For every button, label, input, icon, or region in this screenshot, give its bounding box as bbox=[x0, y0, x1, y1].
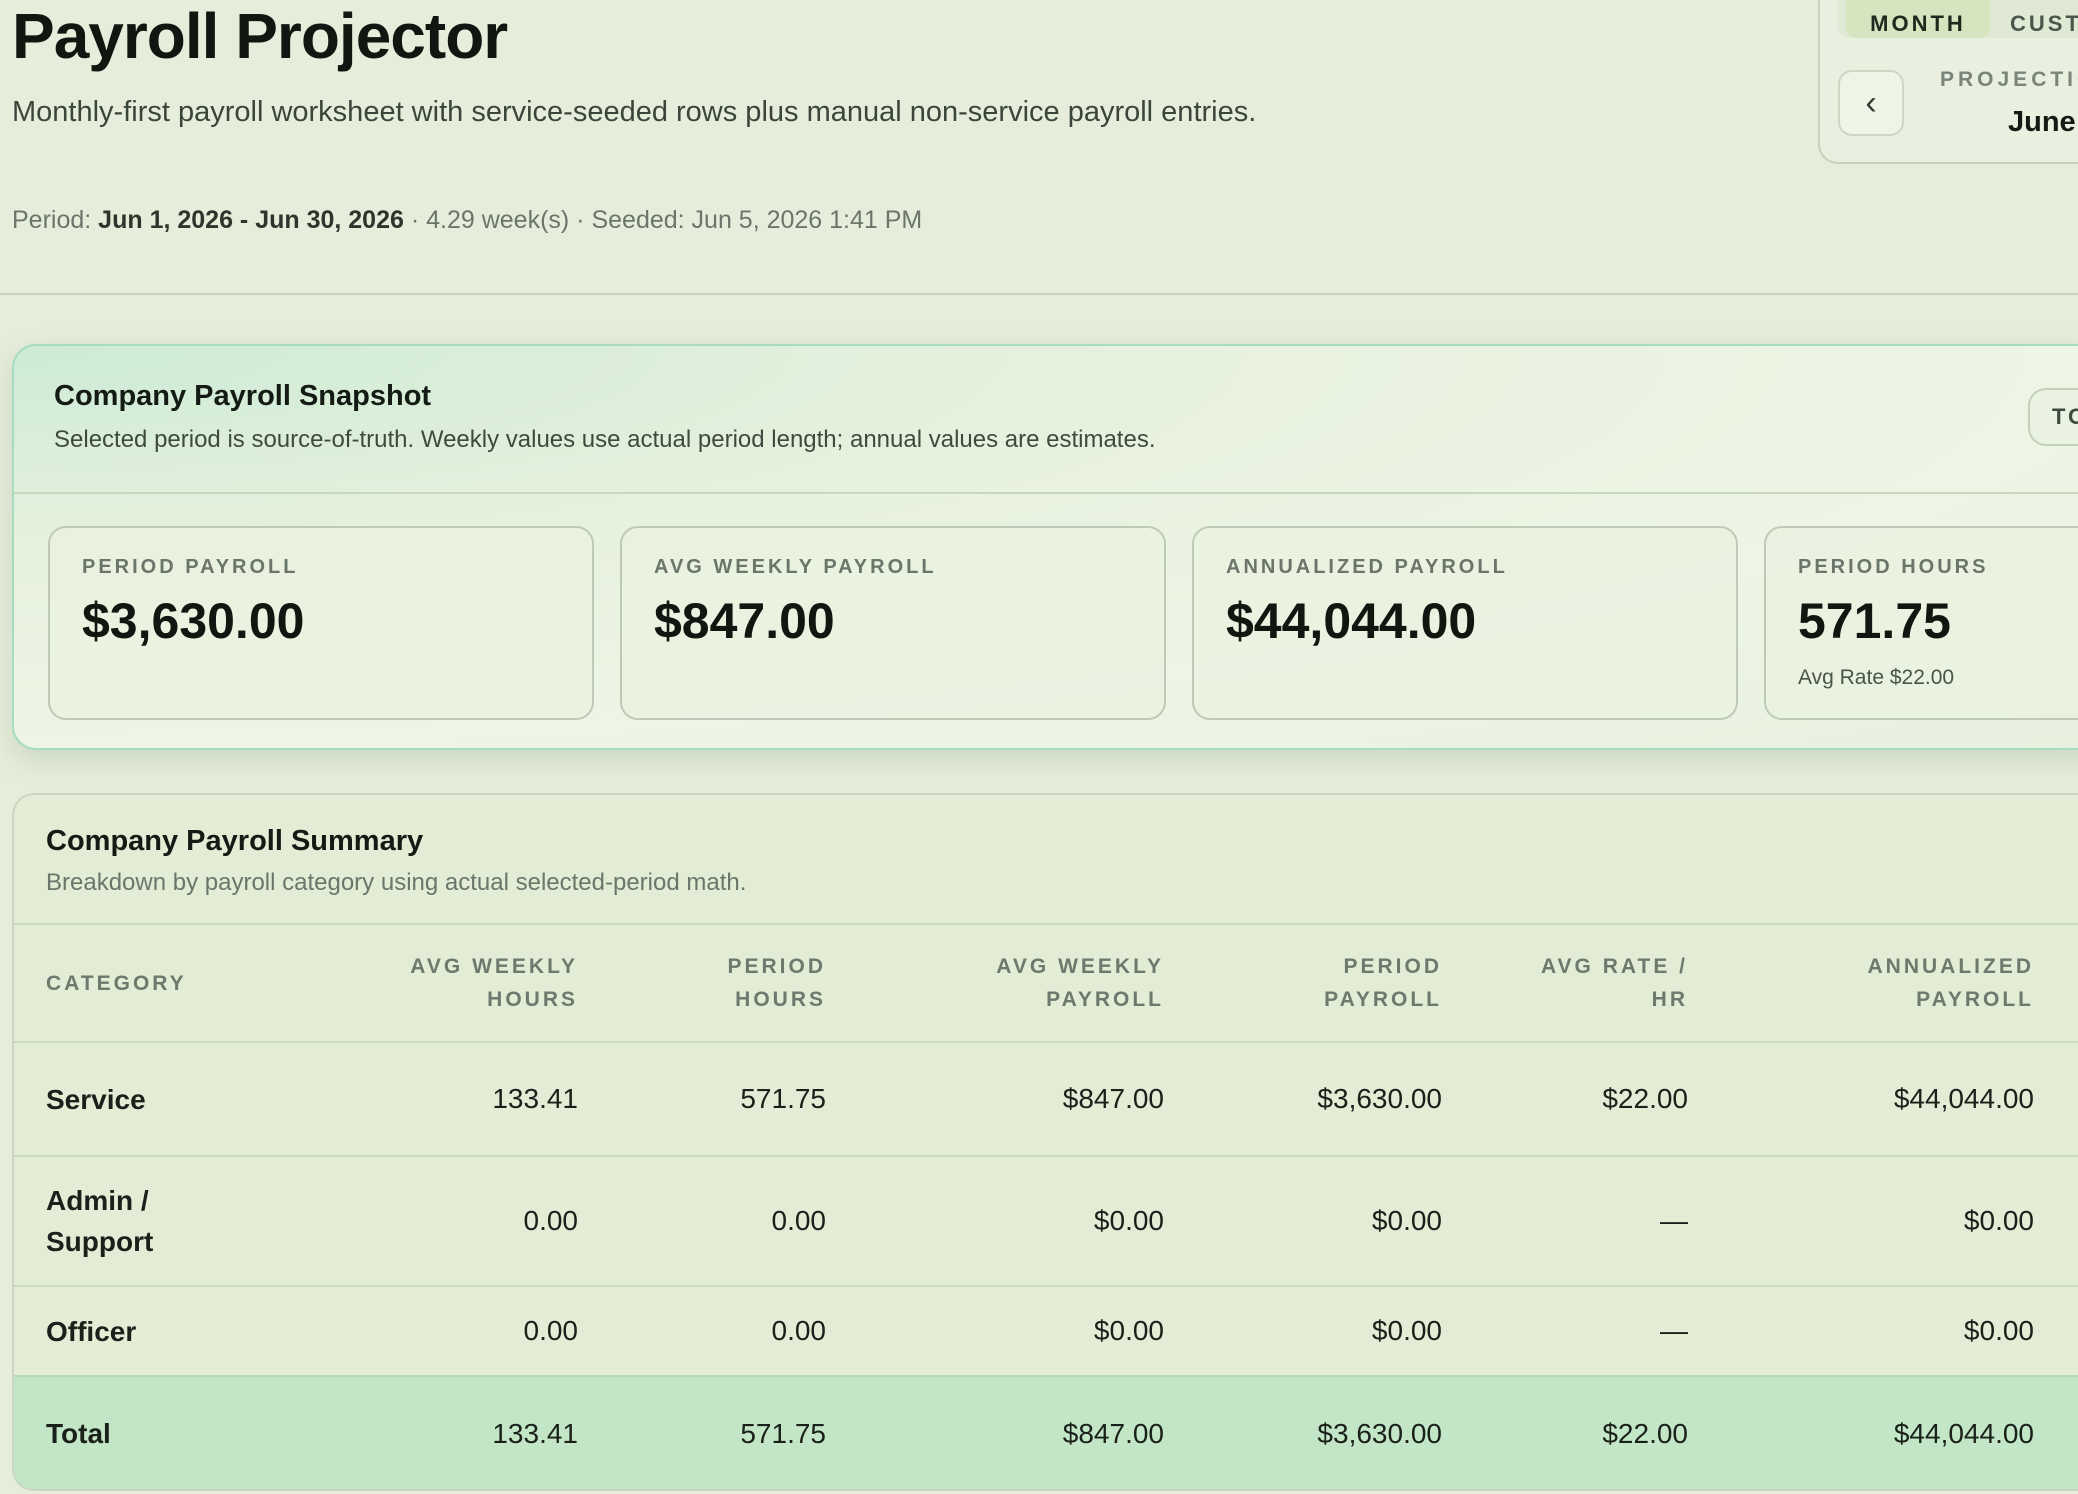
category-cell: Service bbox=[14, 1041, 246, 1156]
previous-period-button[interactable]: ‹ bbox=[1838, 70, 1904, 136]
annualized-payroll-cell: $0.00 bbox=[1688, 1155, 2034, 1286]
category-cell: Officer bbox=[14, 1285, 246, 1376]
column-header-avg-weekly-hours: AVG WEEKLY HOURS bbox=[246, 923, 578, 1042]
annualized-payroll-cell: $44,044.00 bbox=[1688, 1041, 2034, 1156]
header-divider bbox=[0, 293, 2078, 295]
table-row: Service 133.41 571.75 $847.00 $3,630.00 … bbox=[14, 1041, 2078, 1156]
period-hours-cell: 571.75 bbox=[578, 1375, 826, 1489]
period-meta: Period: Jun 1, 2026 - Jun 30, 2026 · 4.2… bbox=[12, 202, 922, 238]
table-row: Admin / Support 0.00 0.00 $0.00 $0.00 — $… bbox=[14, 1155, 2078, 1286]
metric-period-hours: PERIOD HOURS 571.75 Avg Rate $22.00 bbox=[1764, 526, 2078, 720]
avg-weekly-payroll-cell: $847.00 bbox=[826, 1375, 1164, 1489]
annualized-payroll-cell: $44,044.00 bbox=[1688, 1375, 2034, 1489]
column-header-text: HOURS bbox=[487, 988, 578, 1011]
metric-note: Avg Rate $22.00 bbox=[1798, 666, 1955, 689]
period-mode-tabs: MONTH CUSTOM bbox=[1838, 0, 2078, 38]
table-total-row: Total 133.41 571.75 $847.00 $3,630.00 $2… bbox=[14, 1375, 2078, 1489]
spacer-cell bbox=[2034, 1285, 2078, 1376]
spacer-cell bbox=[2034, 1155, 2078, 1286]
avg-rate-cell: $22.00 bbox=[1442, 1041, 1688, 1156]
metric-value: $3,630.00 bbox=[82, 593, 305, 649]
column-header-avg-rate: AVG RATE / HR bbox=[1442, 923, 1688, 1042]
column-header-avg-weekly-payroll: AVG WEEKLY PAYROLL bbox=[826, 923, 1164, 1042]
tab-month[interactable]: MONTH bbox=[1846, 0, 1990, 38]
projection-value: June 2026 bbox=[2008, 106, 2078, 138]
chevron-left-icon: ‹ bbox=[1865, 83, 1877, 122]
avg-rate-cell: — bbox=[1442, 1285, 1688, 1376]
period-hours-cell: 0.00 bbox=[578, 1285, 826, 1376]
avg-weekly-payroll-cell: $0.00 bbox=[826, 1155, 1164, 1286]
period-payroll-cell: $0.00 bbox=[1164, 1285, 1442, 1376]
period-payroll-cell: $0.00 bbox=[1164, 1155, 1442, 1286]
column-header-text: ANNUALIZED bbox=[1867, 955, 2034, 978]
avg-weekly-hours-cell: 0.00 bbox=[246, 1285, 578, 1376]
annualized-payroll-cell: $0.00 bbox=[1688, 1285, 2034, 1376]
metric-value: 571.75 bbox=[1798, 593, 1951, 649]
column-header-text: AVG RATE / bbox=[1540, 955, 1688, 978]
metric-label: PERIOD HOURS bbox=[1798, 556, 1989, 578]
column-header-text: HOURS bbox=[735, 988, 826, 1011]
snapshot-total-toggle[interactable]: TOTAL bbox=[2028, 388, 2078, 446]
metric-label: AVG WEEKLY PAYROLL bbox=[654, 556, 937, 578]
period-prefix: Period: bbox=[12, 206, 99, 234]
column-header-text: PERIOD bbox=[1343, 955, 1442, 978]
column-header-text: AVG WEEKLY bbox=[996, 955, 1164, 978]
avg-weekly-hours-cell: 133.41 bbox=[246, 1375, 578, 1489]
column-header-spacer bbox=[2034, 923, 2078, 1042]
snapshot-divider bbox=[14, 492, 2078, 494]
summary-subtitle: Breakdown by payroll category using actu… bbox=[46, 869, 747, 896]
spacer-cell bbox=[2034, 1375, 2078, 1489]
period-payroll-cell: $3,630.00 bbox=[1164, 1041, 1442, 1156]
column-header-text: PERIOD bbox=[727, 955, 826, 978]
period-details: · 4.29 week(s) · Seeded: Jun 5, 2026 1:4… bbox=[403, 206, 923, 234]
column-header-period-payroll: PERIOD PAYROLL bbox=[1164, 923, 1442, 1042]
metric-annualized-payroll: ANNUALIZED PAYROLL $44,044.00 bbox=[1192, 526, 1738, 720]
category-cell: Total bbox=[14, 1375, 246, 1489]
category-text: Officer bbox=[46, 1315, 137, 1347]
table-row: Officer 0.00 0.00 $0.00 $0.00 — $0.00 bbox=[14, 1285, 2078, 1376]
column-header-text: CATEGORY bbox=[46, 971, 187, 995]
snapshot-title: Company Payroll Snapshot bbox=[54, 380, 432, 412]
avg-weekly-payroll-cell: $0.00 bbox=[826, 1285, 1164, 1376]
period-controls: MONTH CUSTOM ‹ PROJECTION June 2026 bbox=[1818, 0, 2078, 164]
page-subtitle: Monthly-first payroll worksheet with ser… bbox=[12, 96, 1257, 128]
category-text: Service bbox=[46, 1083, 146, 1115]
period-hours-cell: 0.00 bbox=[578, 1155, 826, 1286]
payroll-summary-card: Company Payroll Summary Breakdown by pay… bbox=[12, 793, 2078, 1491]
column-header-text: PAYROLL bbox=[1324, 988, 1442, 1011]
summary-table: CATEGORY AVG WEEKLY HOURS PERIOD HOURS AVG… bbox=[14, 923, 2078, 1489]
category-text: Support bbox=[46, 1226, 154, 1257]
spacer-cell bbox=[2034, 1041, 2078, 1156]
category-cell: Admin / Support bbox=[14, 1155, 246, 1286]
page-title: Payroll Projector bbox=[12, 0, 508, 72]
table-header-row: CATEGORY AVG WEEKLY HOURS PERIOD HOURS AVG… bbox=[14, 923, 2078, 1042]
metric-value: $847.00 bbox=[654, 593, 835, 649]
column-header-annualized-payroll: ANNUALIZED PAYROLL bbox=[1688, 923, 2034, 1042]
column-header-text: PAYROLL bbox=[1046, 988, 1164, 1011]
column-header-text: HR bbox=[1651, 988, 1688, 1011]
period-range: Jun 1, 2026 - Jun 30, 2026 bbox=[98, 206, 404, 234]
projection-label: PROJECTION bbox=[1940, 68, 2078, 91]
column-header-period-hours: PERIOD HOURS bbox=[578, 923, 826, 1042]
avg-weekly-payroll-cell: $847.00 bbox=[826, 1041, 1164, 1156]
metric-label: PERIOD PAYROLL bbox=[82, 556, 299, 578]
period-payroll-cell: $3,630.00 bbox=[1164, 1375, 1442, 1489]
column-header-text: AVG WEEKLY bbox=[410, 955, 578, 978]
tab-custom[interactable]: CUSTOM bbox=[2010, 0, 2078, 38]
avg-rate-cell: — bbox=[1442, 1155, 1688, 1286]
payroll-snapshot-card: Company Payroll Snapshot Selected period… bbox=[12, 344, 2078, 750]
avg-weekly-hours-cell: 0.00 bbox=[246, 1155, 578, 1286]
metric-value: $44,044.00 bbox=[1226, 593, 1477, 649]
period-hours-cell: 571.75 bbox=[578, 1041, 826, 1156]
metric-label: ANNUALIZED PAYROLL bbox=[1226, 556, 1508, 578]
summary-title: Company Payroll Summary bbox=[46, 825, 424, 857]
avg-weekly-hours-cell: 133.41 bbox=[246, 1041, 578, 1156]
avg-rate-cell: $22.00 bbox=[1442, 1375, 1688, 1489]
metric-period-payroll: PERIOD PAYROLL $3,630.00 bbox=[48, 526, 594, 720]
column-header-category: CATEGORY bbox=[14, 923, 246, 1042]
category-text: Admin / bbox=[46, 1185, 149, 1216]
metric-avg-weekly-payroll: AVG WEEKLY PAYROLL $847.00 bbox=[620, 526, 1166, 720]
snapshot-subtitle: Selected period is source-of-truth. Week… bbox=[54, 426, 1156, 453]
column-header-text: PAYROLL bbox=[1916, 988, 2034, 1011]
